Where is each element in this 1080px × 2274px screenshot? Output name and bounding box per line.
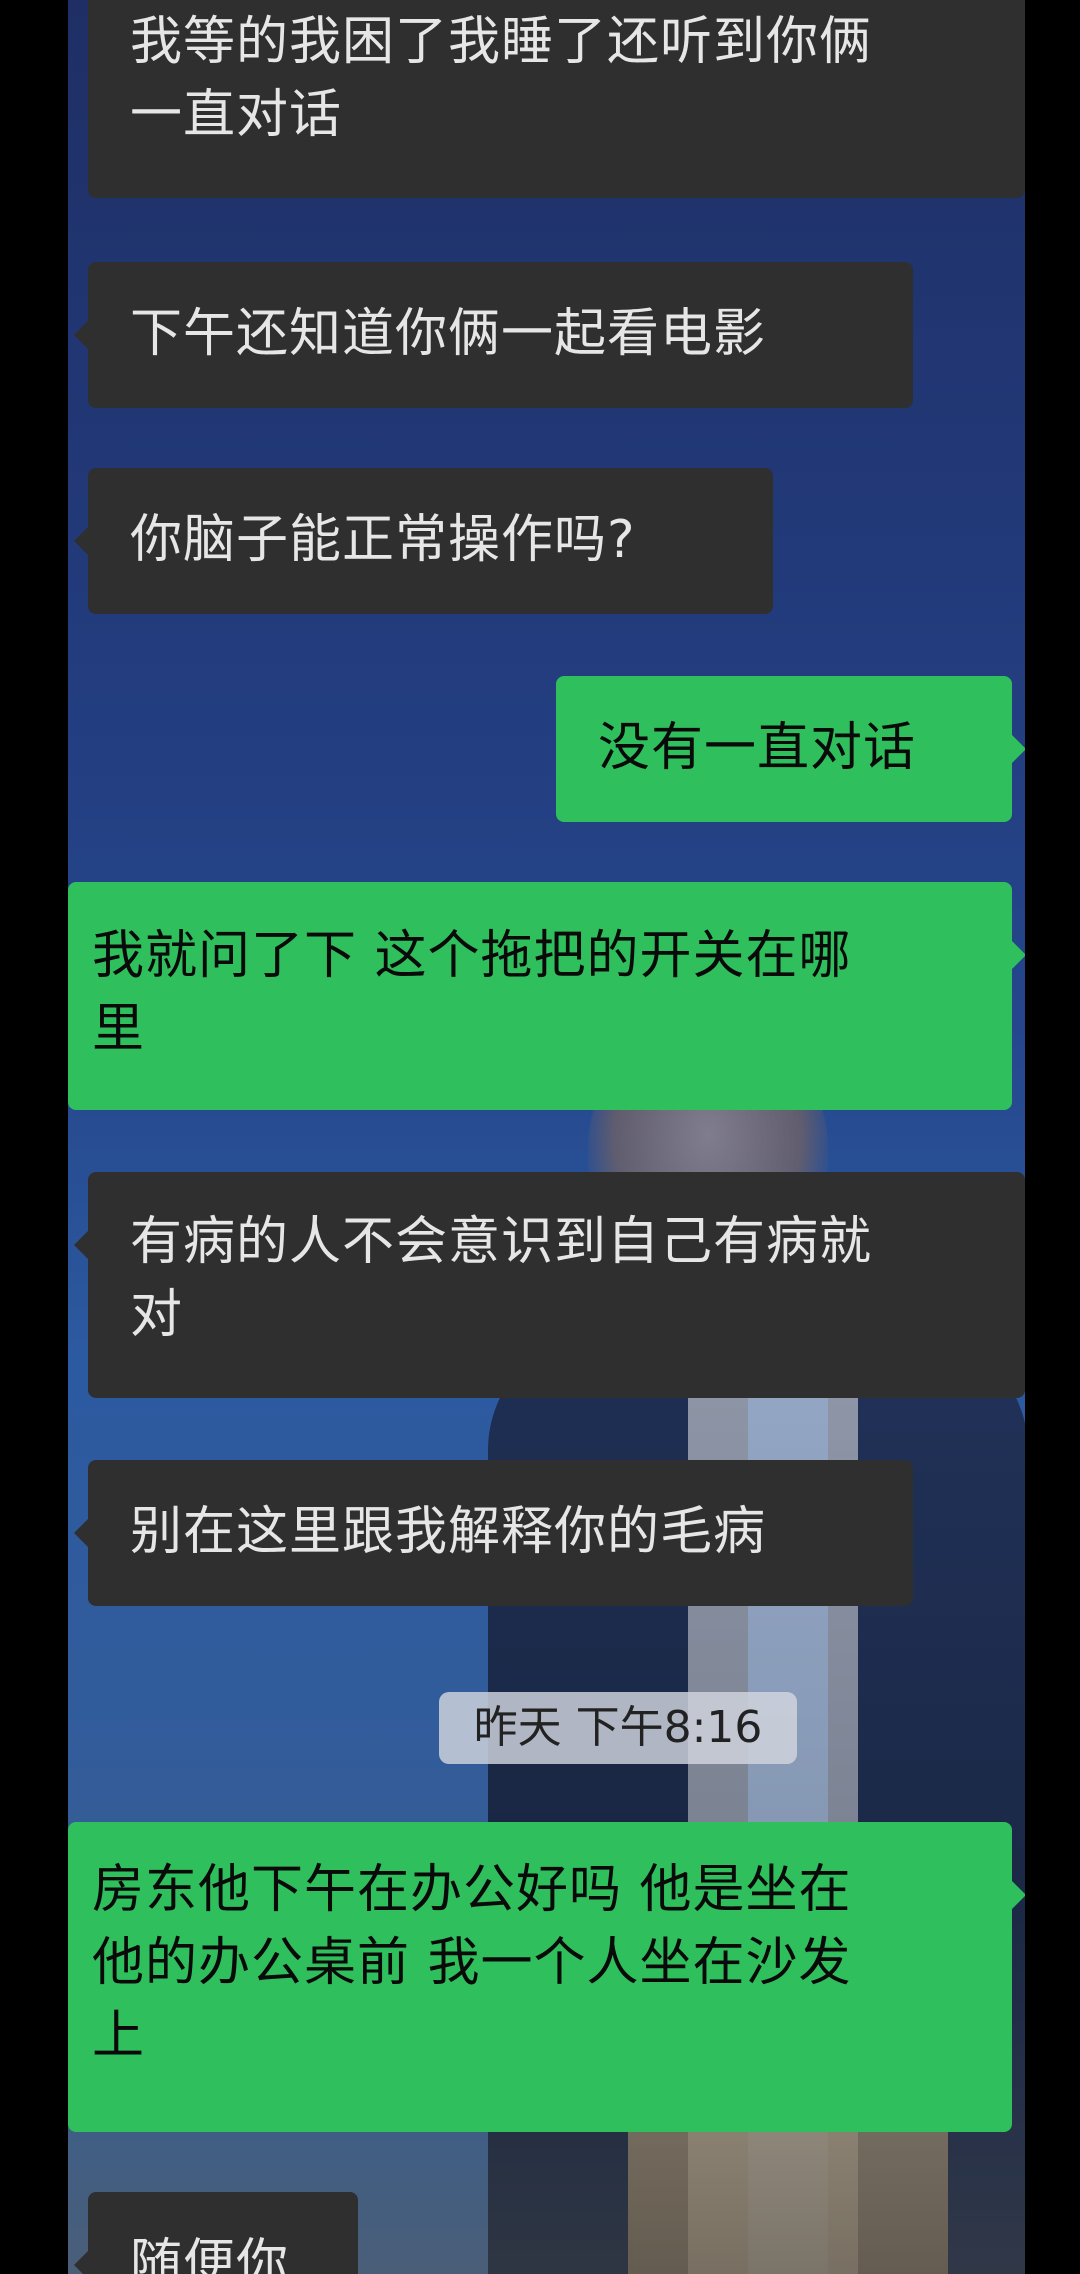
bubble-tail-incoming: [74, 1519, 88, 1547]
message-bubble-outgoing[interactable]: 我就问了下 这个拖把的开关在哪 里: [68, 882, 1012, 1110]
bubble-tail-outgoing: [1012, 735, 1025, 763]
message-bubble-incoming[interactable]: 别在这里跟我解释你的毛病: [88, 1460, 913, 1606]
bubble-tail-incoming: [74, 2251, 88, 2274]
bubble-tail-incoming: [74, 527, 88, 555]
message-bubble-incoming[interactable]: 随便你: [88, 2192, 358, 2274]
chat-timestamp: 昨天 下午8:16: [439, 1692, 797, 1764]
chat-screen: 我等的我困了我睡了还听到你俩 一直对话 下午还知道你俩一起看电影 你脑子能正常操…: [0, 0, 1080, 2274]
message-bubble-incoming[interactable]: 你脑子能正常操作吗?: [88, 468, 773, 614]
message-bubble-incoming[interactable]: 下午还知道你俩一起看电影: [88, 262, 913, 408]
message-bubble-incoming[interactable]: 有病的人不会意识到自己有病就 对: [88, 1172, 1025, 1398]
message-bubble-outgoing[interactable]: 没有一直对话: [556, 676, 1012, 822]
bubble-tail-incoming: [74, 1231, 88, 1259]
bubble-tail-outgoing: [1012, 941, 1025, 969]
chat-area[interactable]: 我等的我困了我睡了还听到你俩 一直对话 下午还知道你俩一起看电影 你脑子能正常操…: [68, 0, 1025, 2274]
bubble-tail-incoming: [74, 321, 88, 349]
bubble-tail-outgoing: [1012, 1881, 1025, 1909]
message-bubble-outgoing[interactable]: 房东他下午在办公好吗 他是坐在 他的办公桌前 我一个人坐在沙发 上: [68, 1822, 1012, 2132]
message-bubble-incoming[interactable]: 我等的我困了我睡了还听到你俩 一直对话: [88, 0, 1025, 198]
